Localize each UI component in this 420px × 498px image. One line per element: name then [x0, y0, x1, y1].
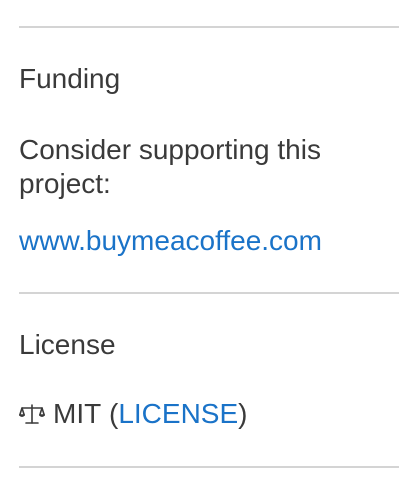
license-row: MIT ( LICENSE ): [19, 397, 247, 431]
license-open-paren: (: [101, 398, 119, 429]
license-heading: License: [19, 329, 116, 360]
buymeacoffee-link[interactable]: www.buymeacoffee.com: [19, 225, 322, 256]
bottom-divider: [19, 466, 399, 468]
funding-description: Consider supporting this project:: [19, 134, 321, 199]
middle-divider: [19, 292, 399, 294]
funding-link-row: www.buymeacoffee.com: [19, 224, 322, 258]
scale-balance-icon: [19, 401, 46, 427]
top-divider: [19, 26, 399, 28]
funding-heading: Funding: [19, 63, 121, 94]
license-name: MIT: [53, 398, 102, 429]
license-close-paren: ): [238, 398, 248, 429]
license-file-link[interactable]: LICENSE: [118, 397, 238, 431]
